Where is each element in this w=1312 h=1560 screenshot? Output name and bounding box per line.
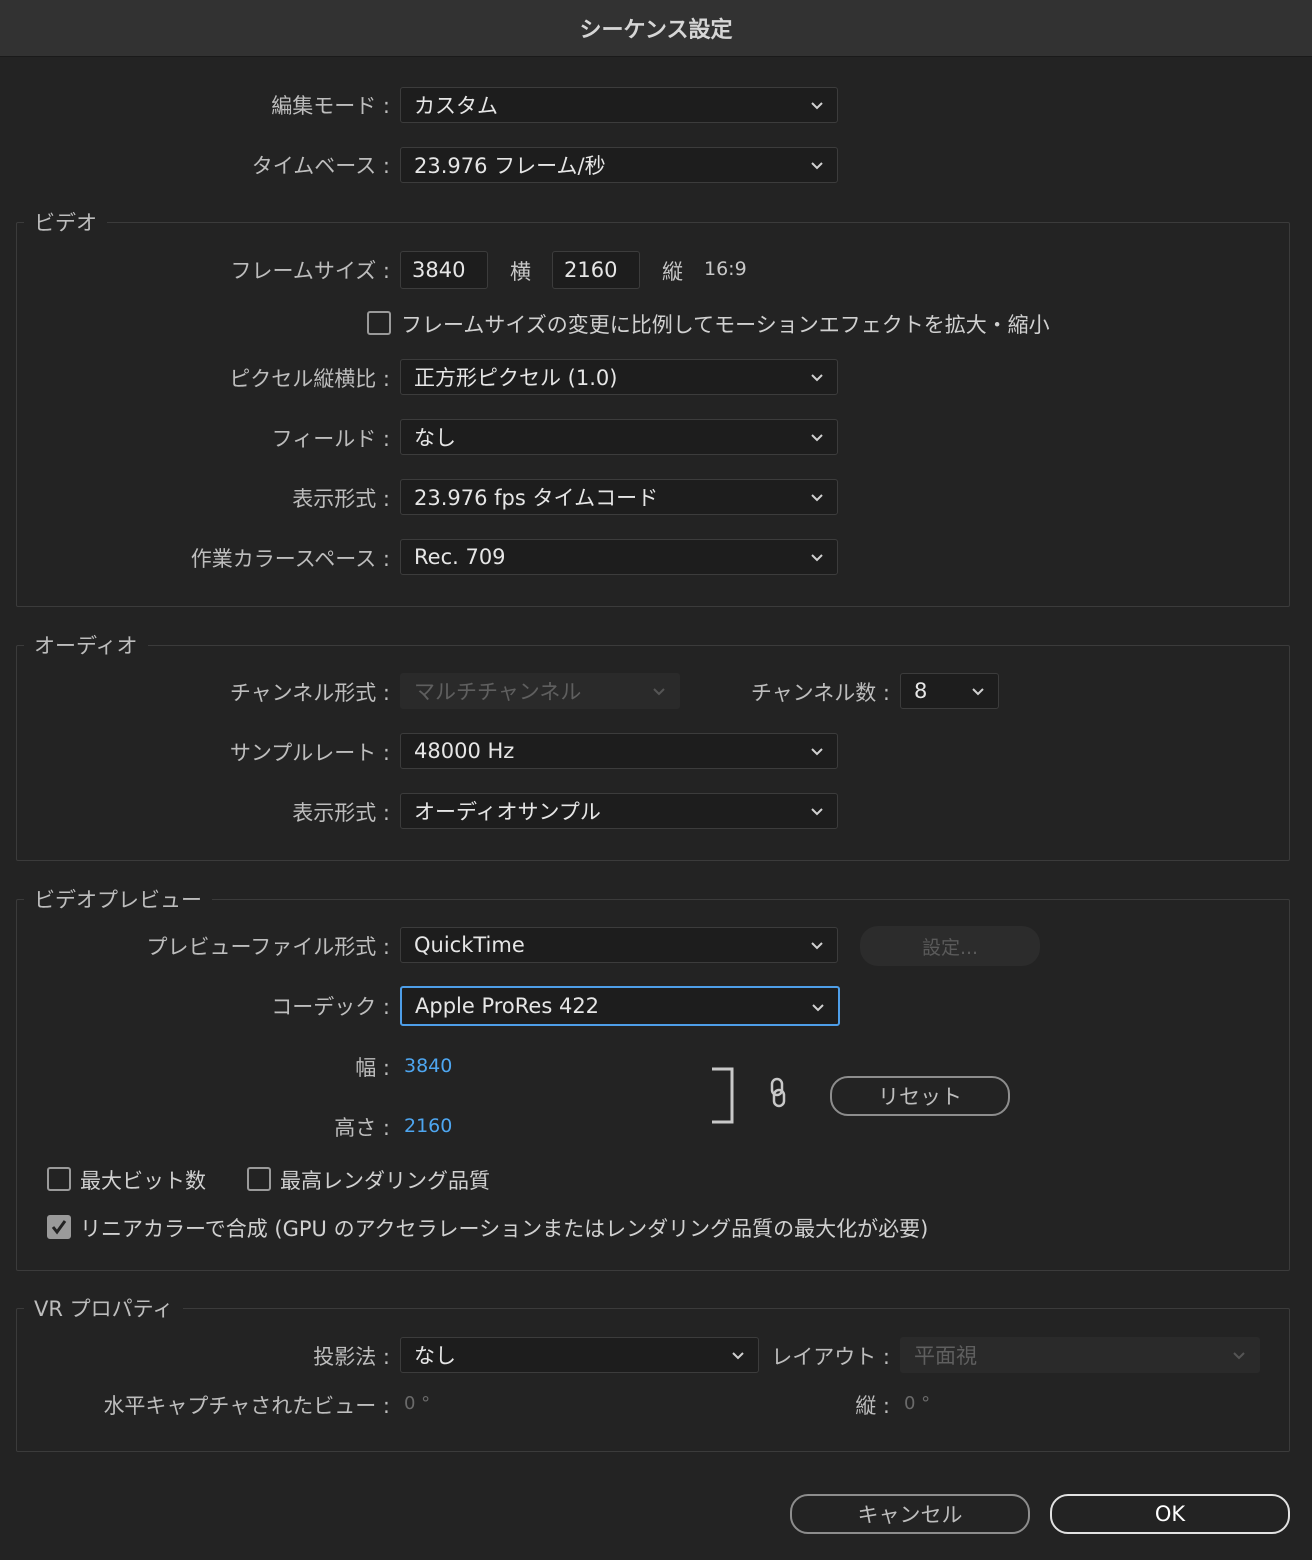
frame-width-input[interactable]: 3840 <box>400 251 488 289</box>
pixel-aspect-label: ピクセル縦横比 : <box>229 367 390 391</box>
chevron-down-icon <box>811 808 823 816</box>
chevron-down-icon <box>811 494 823 502</box>
timebase-value: 23.976 フレーム/秒 <box>414 154 606 178</box>
layout-value: 平面視 <box>914 1344 977 1368</box>
aspect-ratio-text: 16:9 <box>704 258 747 280</box>
frame-size-label: フレームサイズ : <box>230 259 390 283</box>
audio-display-format-value: オーディオサンプル <box>414 800 601 824</box>
checkmark-icon <box>51 1220 67 1235</box>
codec-label: コーデック : <box>271 995 390 1019</box>
timebase-label: タイムベース : <box>251 154 390 178</box>
linear-color-label: リニアカラーで合成 (GPU のアクセラレーションまたはレンダリング品質の最大化… <box>80 1217 929 1241</box>
video-display-format-value: 23.976 fps タイムコード <box>414 486 659 510</box>
chevron-down-icon <box>811 554 823 562</box>
chevron-down-icon <box>972 688 984 696</box>
chevron-down-icon <box>1233 1352 1245 1360</box>
preview-width-value[interactable]: 3840 <box>404 1055 452 1077</box>
chevron-down-icon <box>811 374 823 382</box>
channel-count-value: 8 <box>914 679 928 703</box>
codec-value: Apple ProRes 422 <box>415 994 600 1018</box>
chevron-down-icon <box>732 1352 744 1360</box>
ok-button[interactable]: OK <box>1050 1494 1290 1534</box>
channel-count-label: チャンネル数 : <box>750 681 890 705</box>
preview-height-value[interactable]: 2160 <box>404 1115 452 1137</box>
video-preview-group-title: ビデオプレビュー <box>24 884 212 914</box>
sample-rate-value: 48000 Hz <box>414 739 515 763</box>
projection-label: 投影法 : <box>313 1345 390 1369</box>
audio-display-format-dropdown[interactable]: オーディオサンプル <box>400 793 838 829</box>
pixel-aspect-dropdown[interactable]: 正方形ピクセル (1.0) <box>400 359 838 395</box>
layout-label: レイアウト : <box>771 1345 890 1369</box>
sample-rate-dropdown[interactable]: 48000 Hz <box>400 733 838 769</box>
fields-dropdown[interactable]: なし <box>400 419 838 455</box>
edit-mode-value: カスタム <box>414 94 498 118</box>
preview-height-label: 高さ : <box>334 1116 390 1140</box>
chain-link-icon[interactable] <box>764 1076 792 1110</box>
fields-value: なし <box>414 426 456 450</box>
cancel-button[interactable]: キャンセル <box>790 1494 1030 1534</box>
preview-settings-button[interactable]: 設定... <box>860 926 1040 966</box>
pixel-aspect-value: 正方形ピクセル (1.0) <box>414 366 618 390</box>
dialog-title-bar: シーケンス設定 <box>0 0 1312 57</box>
chevron-down-icon <box>811 942 823 950</box>
preview-file-format-label: プレビューファイル形式 : <box>146 935 390 959</box>
dialog-title: シーケンス設定 <box>579 18 733 43</box>
horizontal-captured-view-value: 0 ° <box>404 1393 431 1414</box>
vr-properties-group <box>16 1308 1290 1452</box>
preview-width-label: 幅 : <box>355 1056 390 1080</box>
sample-rate-label: サンプルレート : <box>229 741 390 765</box>
linear-color-checkbox[interactable] <box>47 1215 71 1239</box>
max-bit-depth-checkbox[interactable] <box>47 1167 71 1191</box>
max-bit-depth-label: 最大ビット数 <box>80 1169 206 1193</box>
fields-label: フィールド : <box>271 427 390 451</box>
video-display-format-label: 表示形式 : <box>292 487 390 511</box>
frame-height-input[interactable]: 2160 <box>552 251 640 289</box>
channel-format-label: チャンネル形式 : <box>229 681 390 705</box>
audio-display-format-label: 表示形式 : <box>292 801 390 825</box>
layout-dropdown[interactable]: 平面視 <box>900 1337 1260 1373</box>
color-space-label: 作業カラースペース : <box>190 547 390 571</box>
vr-vertical-value: 0 ° <box>904 1393 931 1414</box>
color-space-value: Rec. 709 <box>414 545 506 569</box>
edit-mode-label: 編集モード : <box>271 94 390 118</box>
scale-motion-label: フレームサイズの変更に比例してモーションエフェクトを拡大・縮小 <box>401 313 1050 337</box>
projection-value: なし <box>414 1344 456 1368</box>
chevron-down-icon <box>811 434 823 442</box>
audio-group-title: オーディオ <box>24 630 148 660</box>
vr-properties-group-title: VR プロパティ <box>24 1293 184 1323</box>
vr-vertical-label: 縦 : <box>855 1394 890 1418</box>
timebase-dropdown[interactable]: 23.976 フレーム/秒 <box>400 147 838 183</box>
horizontal-captured-view-label: 水平キャプチャされたビュー : <box>103 1394 390 1418</box>
channel-count-dropdown[interactable]: 8 <box>900 673 999 709</box>
preview-file-format-dropdown[interactable]: QuickTime <box>400 927 838 963</box>
video-display-format-dropdown[interactable]: 23.976 fps タイムコード <box>400 479 838 515</box>
vertical-label: 縦 <box>662 260 683 284</box>
edit-mode-dropdown[interactable]: カスタム <box>400 87 838 123</box>
link-bracket-icon <box>712 1067 734 1124</box>
projection-dropdown[interactable]: なし <box>400 1337 759 1373</box>
reset-button[interactable]: リセット <box>830 1076 1010 1116</box>
chevron-down-icon <box>811 748 823 756</box>
chevron-down-icon <box>811 162 823 170</box>
chevron-down-icon <box>811 102 823 110</box>
chevron-down-icon <box>812 1004 824 1012</box>
channel-format-value: マルチチャンネル <box>414 680 582 704</box>
max-render-quality-label: 最高レンダリング品質 <box>280 1169 490 1193</box>
channel-format-dropdown[interactable]: マルチチャンネル <box>400 673 680 709</box>
chevron-down-icon <box>653 688 665 696</box>
max-render-quality-checkbox[interactable] <box>247 1167 271 1191</box>
horizontal-label: 横 <box>510 260 531 284</box>
color-space-dropdown[interactable]: Rec. 709 <box>400 539 838 575</box>
video-group-title: ビデオ <box>24 207 107 237</box>
scale-motion-checkbox[interactable] <box>367 311 391 335</box>
preview-file-format-value: QuickTime <box>414 933 525 957</box>
codec-dropdown[interactable]: Apple ProRes 422 <box>400 986 840 1026</box>
